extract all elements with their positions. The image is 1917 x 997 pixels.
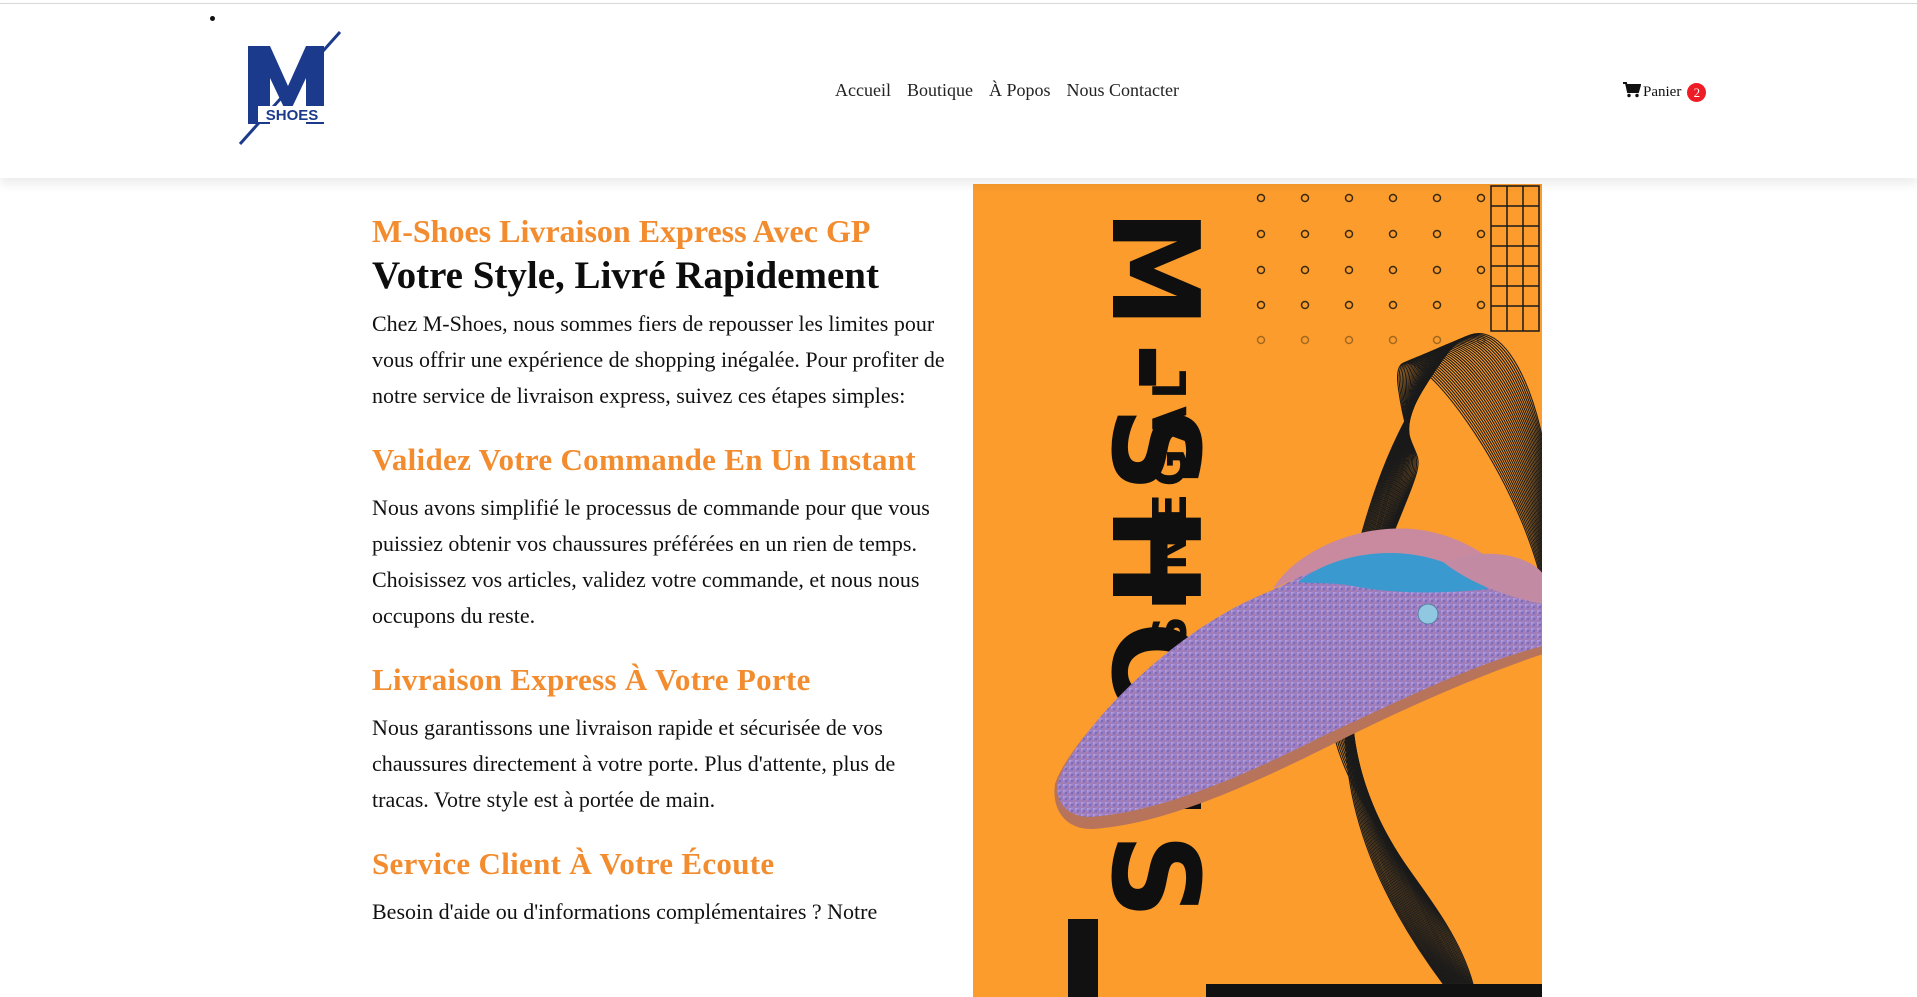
poster-country-text: SENEGAL [1143, 363, 1197, 649]
intro-text: Chez M-Shoes, nous sommes fiers de repou… [372, 311, 945, 408]
section-text-support: Besoin d'aide ou d'informations compléme… [372, 899, 878, 924]
site-logo[interactable]: SHOES [228, 26, 344, 146]
section-heading-support: Service Client À Votre Écoute [372, 846, 775, 881]
cart-label: Panier [1643, 84, 1682, 100]
cart-count-badge: 2 [1687, 83, 1707, 102]
site-header: SHOES Accueil Boutique À Popos Nous Cont… [0, 4, 1917, 178]
main-content: M-Shoes Livraison Express Avec GP Votre … [372, 212, 947, 930]
poster-dot-pattern [1256, 193, 1486, 345]
cart-button[interactable]: Panier 2 [1623, 82, 1707, 103]
section-heading-order: Validez Votre Commande En Un Instant [372, 442, 916, 477]
nav-contact[interactable]: Nous Contacter [1066, 80, 1178, 101]
main-nav: Accueil Boutique À Popos Nous Contacter [835, 80, 1179, 101]
nav-a-propos[interactable]: À Popos [989, 80, 1051, 101]
section-text-delivery: Nous garantissons une livraison rapide e… [372, 715, 896, 812]
section-text-order: Nous avons simplifié le processus de com… [372, 495, 930, 628]
promo-poster-image: M-SHOES SENEGAL [973, 184, 1542, 997]
list-bullet [210, 16, 215, 21]
nav-accueil[interactable]: Accueil [835, 80, 891, 101]
cart-icon [1623, 82, 1642, 103]
page-title: Votre Style, Livré Rapidement [372, 254, 879, 297]
hero-subtitle: M-Shoes Livraison Express Avec GP [372, 213, 871, 249]
nav-boutique[interactable]: Boutique [907, 80, 973, 101]
poster-grid [1490, 185, 1540, 332]
logo-text: SHOES [266, 107, 319, 124]
section-heading-delivery: Livraison Express À Votre Porte [372, 662, 811, 697]
